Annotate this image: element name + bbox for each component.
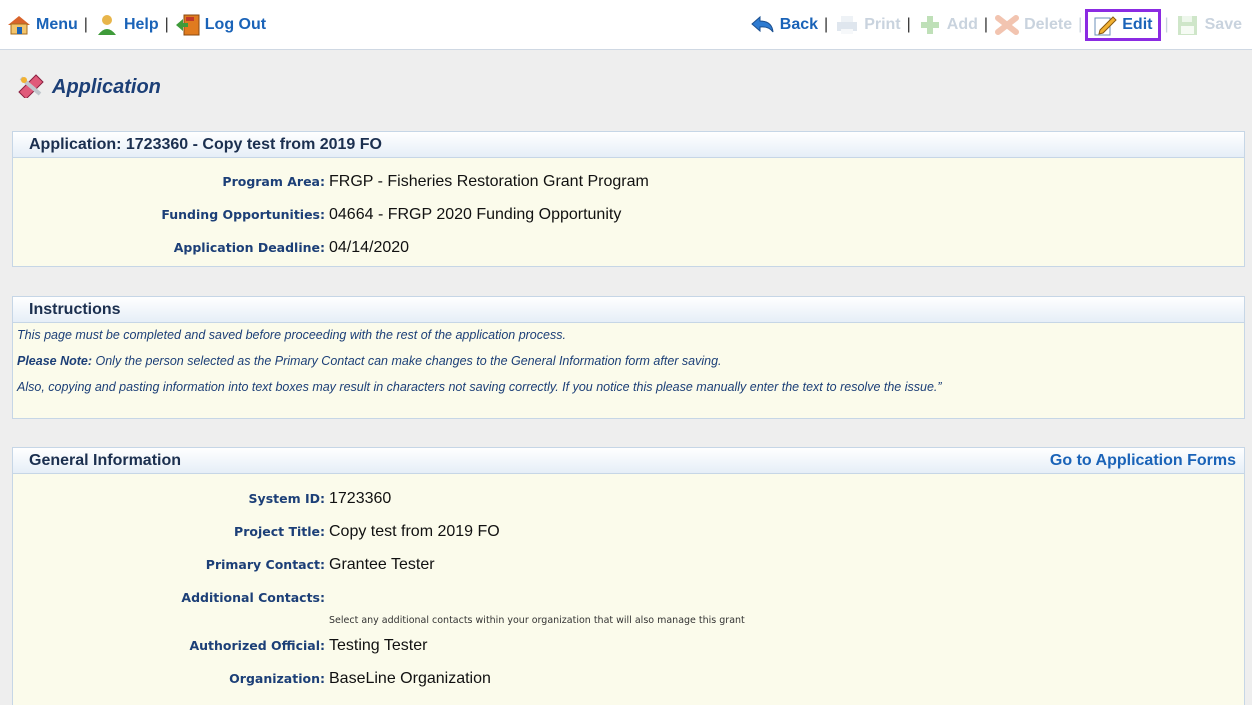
instruction-line-1: This page must be completed and saved be… [17, 328, 566, 342]
menu-button[interactable]: Menu [6, 14, 78, 36]
logout-label: Log Out [204, 16, 267, 33]
application-panel-header: Application: 1723360 - Copy test from 20… [13, 132, 1244, 158]
primary-contact-row: Primary Contact: Grantee Tester [13, 548, 1244, 581]
delete-label: Delete [1024, 16, 1073, 33]
organization-value: BaseLine Organization [329, 670, 491, 687]
primary-contact-value: Grantee Tester [329, 556, 435, 573]
save-label: Save [1204, 16, 1242, 33]
toolbar-left: Menu | Help | Log Out [6, 14, 266, 36]
top-toolbar: Menu | Help | Log Out Back | Print | Add… [0, 0, 1252, 50]
page-heading: Application [16, 72, 161, 103]
help-button[interactable]: Help [94, 14, 159, 36]
project-title-row: Project Title: Copy test from 2019 FO [13, 515, 1244, 548]
print-label: Print [864, 16, 901, 33]
application-deadline-label: Application Deadline: [173, 240, 325, 255]
edit-button[interactable]: Edit [1085, 9, 1162, 41]
separator: | [1078, 16, 1083, 33]
application-tools-icon [16, 72, 46, 103]
organization-label: Organization: [229, 671, 325, 686]
separator: | [824, 16, 829, 33]
organization-row: Organization: BaseLine Organization [13, 662, 1244, 695]
instruction-line-2: Please Note: Only the person selected as… [13, 349, 1244, 375]
floppy-disk-icon [1175, 14, 1201, 36]
separator: | [83, 16, 88, 33]
application-deadline-value: 04/14/2020 [329, 239, 410, 256]
help-label: Help [123, 16, 159, 33]
go-to-application-forms-link[interactable]: Go to Application Forms [1050, 452, 1236, 470]
back-button[interactable]: Back [750, 14, 818, 36]
separator: | [164, 16, 169, 33]
program-area-value: FRGP - Fisheries Restoration Grant Progr… [329, 173, 649, 190]
plus-icon [917, 14, 943, 36]
print-button[interactable]: Print [834, 14, 901, 36]
instructions-header: Instructions [13, 297, 1244, 323]
add-button[interactable]: Add [917, 14, 978, 36]
separator: | [983, 16, 989, 33]
logout-button[interactable]: Log Out [175, 14, 266, 36]
back-arrow-icon [750, 14, 776, 36]
general-information-panel: General Information Go to Application Fo… [12, 447, 1245, 705]
instruction-line-3: Also, copying and pasting information in… [17, 380, 942, 394]
menu-label: Menu [36, 16, 78, 33]
please-note-label: Please Note: [17, 354, 93, 368]
toolbar-right: Back | Print | Add | Delete | Edit | Sav… [750, 9, 1242, 41]
delete-button[interactable]: Delete [994, 14, 1072, 36]
system-id-row: System ID: 1723360 [13, 482, 1244, 515]
separator: | [1164, 16, 1169, 33]
program-area-label: Program Area: [222, 174, 325, 189]
application-deadline-row: Application Deadline: 04/14/2020 [13, 231, 1244, 264]
project-title-label: Project Title: [234, 524, 325, 539]
general-information-header: General Information Go to Application Fo… [13, 448, 1244, 474]
additional-contacts-label: Additional Contacts: [181, 590, 325, 605]
primary-contact-label: Primary Contact: [205, 557, 325, 572]
page-title: Application [52, 76, 161, 98]
authorized-official-label: Authorized Official: [189, 638, 325, 653]
exit-door-icon [175, 14, 201, 36]
edit-label: Edit [1122, 16, 1153, 33]
funding-opportunities-value: 04664 - FRGP 2020 Funding Opportunity [329, 206, 622, 223]
instruction-line-2-text: Only the person selected as the Primary … [92, 354, 722, 368]
home-icon [6, 14, 32, 36]
printer-icon [834, 14, 860, 36]
person-help-icon [94, 14, 120, 36]
application-panel: Application: 1723360 - Copy test from 20… [12, 131, 1245, 267]
authorized-official-value: Testing Tester [329, 637, 428, 654]
save-button[interactable]: Save [1175, 14, 1242, 36]
x-delete-icon [994, 14, 1020, 36]
additional-contacts-hint: Select any additional contacts within yo… [329, 615, 745, 626]
system-id-value: 1723360 [329, 490, 392, 507]
authorized-official-row: Authorized Official: Testing Tester [13, 629, 1244, 662]
pencil-paper-icon [1092, 14, 1118, 36]
back-label: Back [779, 16, 819, 33]
add-label: Add [946, 16, 978, 33]
separator: | [906, 16, 911, 33]
funding-opportunities-row: Funding Opportunities: 04664 - FRGP 2020… [13, 198, 1244, 231]
system-id-label: System ID: [248, 491, 325, 506]
program-area-row: Program Area: FRGP - Fisheries Restorati… [13, 165, 1244, 198]
instructions-panel: Instructions This page must be completed… [12, 296, 1245, 419]
general-information-title: General Information [29, 452, 182, 469]
project-title-value: Copy test from 2019 FO [329, 523, 500, 540]
funding-opportunities-label: Funding Opportunities: [161, 207, 325, 222]
additional-contacts-row: Additional Contacts: Select any addition… [13, 581, 1244, 629]
